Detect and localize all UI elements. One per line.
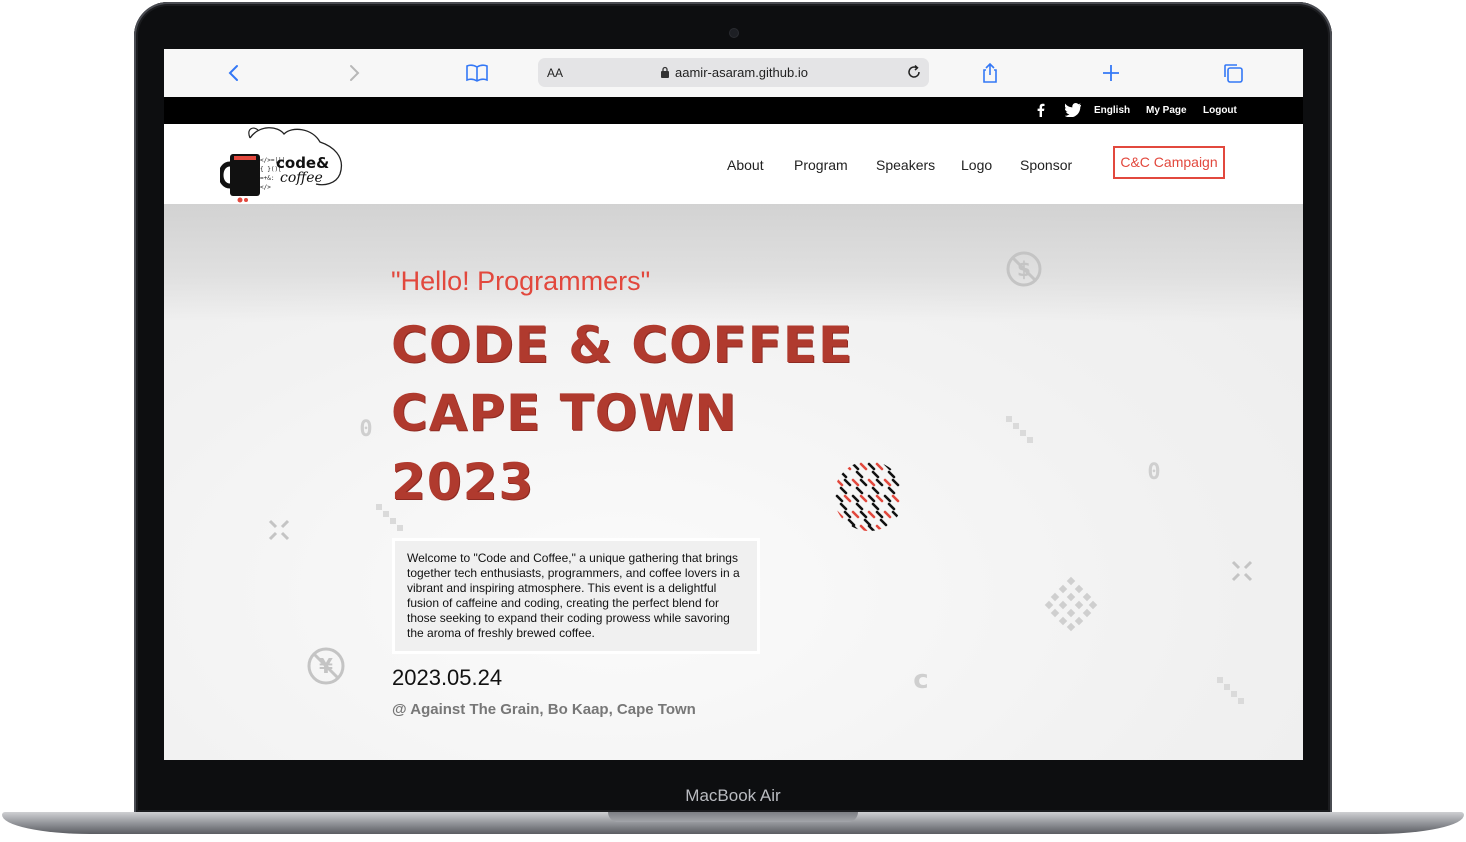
- share-icon[interactable]: [978, 61, 1002, 85]
- svg-text:0: 0: [359, 417, 372, 440]
- event-date: 2023.05.24: [392, 665, 503, 690]
- hero-title-line-2: CAPE TOWN: [391, 384, 738, 442]
- nav-about[interactable]: About: [727, 157, 764, 173]
- dollar-coin-icon: $: [1006, 251, 1042, 287]
- hero-title-line-1: CODE & COFFEE: [391, 316, 854, 374]
- logo-text-coffee: coffee: [280, 170, 323, 186]
- forward-icon[interactable]: [342, 61, 366, 85]
- language-link[interactable]: English: [1094, 105, 1130, 116]
- nav-speakers[interactable]: Speakers: [876, 157, 935, 173]
- event-venue: @ Against The Grain, Bo Kaap, Cape Town: [392, 701, 696, 718]
- diamond-dots-icon: [1044, 576, 1098, 632]
- url-display: aamir-asaram.github.io: [538, 65, 929, 80]
- laptop-notch: [608, 812, 858, 822]
- dashed-circle-pattern-icon: [835, 462, 900, 531]
- reload-icon[interactable]: [905, 63, 923, 81]
- screen: AA aamir-asaram.github.io English My Pag…: [164, 49, 1303, 760]
- nav-logo[interactable]: Logo: [961, 157, 992, 173]
- lock-icon: [661, 66, 670, 78]
- back-icon[interactable]: [222, 61, 246, 85]
- pixel-steps-icon: [1217, 677, 1244, 704]
- c-glyph-icon: c: [913, 666, 928, 692]
- zero-glyph-icon: 0: [1147, 460, 1160, 483]
- new-tab-icon[interactable]: [1099, 61, 1123, 85]
- camera-dot: [730, 29, 738, 37]
- site-logo[interactable]: </>=||| { }()[ =+&: </> code& coffee: [220, 124, 350, 204]
- hero-title-line-3: 2023: [391, 453, 535, 511]
- svg-text:=+&:: =+&:: [260, 175, 274, 182]
- cross-arrows-icon: [1231, 560, 1253, 582]
- browser-toolbar: AA aamir-asaram.github.io: [164, 49, 1303, 98]
- yen-coin-icon: ¥: [307, 647, 345, 685]
- hero-background-photo: [164, 204, 1303, 322]
- hero-greeting: "Hello! Programmers": [391, 266, 651, 296]
- campaign-button[interactable]: C&C Campaign: [1113, 146, 1225, 179]
- main-nav: </>=||| { }()[ =+&: </> code& coffee Abo…: [164, 124, 1303, 204]
- bookmarks-icon[interactable]: [465, 61, 489, 85]
- logout-link[interactable]: Logout: [1203, 105, 1237, 116]
- cross-arrows-icon: [268, 519, 290, 541]
- hero-section: $ ¥ 0 0 c: [164, 204, 1303, 760]
- zero-glyph-icon: 0: [359, 417, 372, 440]
- url-text: aamir-asaram.github.io: [675, 65, 808, 80]
- mypage-link[interactable]: My Page: [1146, 105, 1187, 116]
- nav-program[interactable]: Program: [794, 157, 848, 173]
- address-bar[interactable]: AA aamir-asaram.github.io: [538, 58, 929, 87]
- svg-text:c: c: [913, 666, 928, 692]
- tabs-icon[interactable]: [1221, 61, 1245, 85]
- pixel-steps-icon: [1006, 416, 1033, 443]
- device-label: MacBook Air: [685, 786, 781, 805]
- twitter-icon[interactable]: [1065, 103, 1081, 117]
- svg-text:0: 0: [1147, 460, 1160, 483]
- facebook-icon[interactable]: [1034, 103, 1048, 117]
- utility-bar: English My Page Logout: [164, 97, 1303, 124]
- hero-description: Welcome to "Code and Coffee," a unique g…: [392, 538, 760, 654]
- svg-text:</>: </>: [260, 184, 271, 191]
- nav-sponsor[interactable]: Sponsor: [1020, 157, 1072, 173]
